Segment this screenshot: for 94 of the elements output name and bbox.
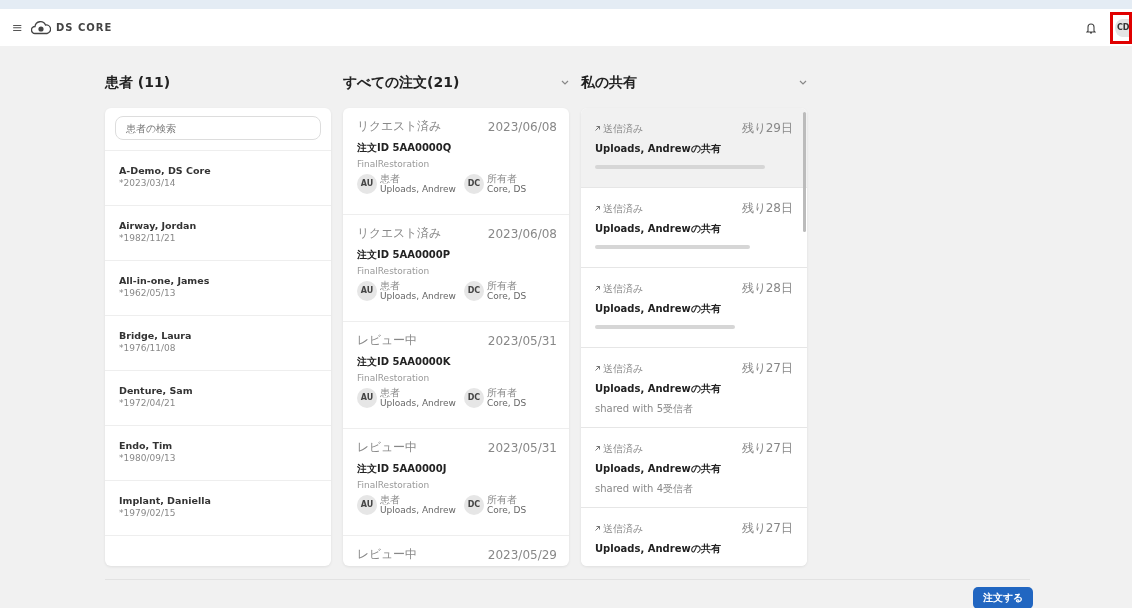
person-role: 所有者	[486, 494, 518, 505]
person-role: 所有者	[486, 173, 518, 184]
order-date: 2023/06/08	[487, 226, 557, 241]
initials-avatar: AU	[357, 173, 377, 194]
send-arrow-icon	[595, 446, 600, 451]
remaining-days: 残り27日	[741, 520, 793, 537]
initials-avatar: DC	[463, 173, 484, 194]
column-title: すべての注文(21)	[343, 74, 460, 92]
order-status: レビュー中	[357, 439, 417, 456]
share-status: 送信済み	[603, 441, 643, 456]
order-status: レビュー中	[357, 546, 417, 563]
remaining-days: 残り28日	[741, 280, 793, 297]
share-card[interactable]: 送信済み 残り28日 Uploads, Andrewの共有	[581, 268, 807, 348]
patient-item[interactable]: A-Demo, DS Core *2023/03/14	[105, 150, 331, 205]
send-arrow-icon	[595, 366, 600, 371]
share-title: Uploads, Andrewの共有	[595, 302, 721, 316]
person-name: Core, DS	[486, 291, 527, 301]
cloud-logo-icon	[30, 20, 51, 35]
order-status: リクエスト済み	[357, 225, 441, 242]
patient-item[interactable]: Bridge, Laura *1976/11/08	[105, 315, 331, 370]
recipients-text: shared with 4受信者	[595, 482, 693, 496]
share-title: Uploads, Andrewの共有	[595, 142, 721, 156]
person-role: 患者	[380, 387, 401, 398]
person-name: Core, DS	[486, 398, 527, 408]
person-name: Uploads, Andrew	[380, 398, 456, 408]
order-id[interactable]: 注文ID 5AA0000J	[357, 462, 447, 476]
order-button[interactable]: 注文する	[973, 587, 1033, 608]
person-role: 患者	[380, 494, 401, 505]
share-status: 送信済み	[603, 121, 643, 136]
remaining-days: 残り28日	[741, 200, 793, 217]
initials-avatar: AU	[357, 387, 377, 408]
patient-item[interactable]: Denture, Sam *1972/04/21	[105, 370, 331, 425]
order-type: FinalRestoration	[357, 373, 431, 383]
remaining-days: 残り29日	[741, 120, 793, 137]
search-field[interactable]: 患者の検索	[115, 116, 321, 140]
share-title: Uploads, Andrewの共有	[595, 542, 721, 556]
order-date: 2023/06/08	[487, 119, 557, 134]
send-arrow-icon	[595, 286, 600, 291]
person-role: 患者	[380, 173, 401, 184]
initials-avatar: AU	[357, 280, 377, 301]
scrollbar[interactable]	[803, 112, 806, 232]
share-status: 送信済み	[603, 201, 643, 216]
person-role: 所有者	[486, 387, 518, 398]
chevron-down-icon[interactable]	[561, 80, 569, 86]
patient-item[interactable]: All-in-one, James *1962/05/13	[105, 260, 331, 315]
patient-item[interactable]: Implant, Daniella *1979/02/15	[105, 480, 331, 535]
send-arrow-icon	[595, 526, 600, 531]
send-arrow-icon	[595, 126, 600, 131]
patient-item[interactable]: Endo, Tim *1980/09/13	[105, 425, 331, 480]
person-name: Uploads, Andrew	[380, 505, 456, 515]
person-name: Core, DS	[486, 184, 527, 194]
order-id[interactable]: 注文ID 5AA0000P	[357, 248, 451, 262]
chevron-down-icon[interactable]	[799, 80, 807, 86]
order-date: 2023/05/29	[487, 547, 557, 562]
remaining-days: 残り27日	[741, 440, 793, 457]
logo-text: DS CORE	[55, 22, 113, 33]
order-type: FinalRestoration	[357, 480, 431, 490]
order-status: レビュー中	[357, 332, 417, 349]
order-id[interactable]: 注文ID 5AA0000K	[357, 355, 451, 369]
order-type: FinalRestoration	[357, 266, 431, 276]
share-card[interactable]: 送信済み 残り27日 Uploads, Andrewの共有	[581, 508, 807, 566]
order-status: リクエスト済み	[357, 118, 441, 135]
user-avatar[interactable]: CD	[1115, 18, 1129, 37]
order-id[interactable]: 注文ID 5AA0000Q	[357, 141, 452, 155]
share-title: Uploads, Andrewの共有	[595, 462, 721, 476]
person-role: 所有者	[486, 280, 518, 291]
order-date: 2023/05/31	[487, 333, 557, 348]
share-card[interactable]: 送信済み 残り27日 Uploads, Andrewの共有 shared with 5受信者	[581, 348, 807, 428]
patient-item[interactable]: Airway, Jordan *1982/11/21	[105, 205, 331, 260]
column-title: 患者 (11)	[105, 74, 171, 92]
order-date: 2023/05/31	[487, 440, 557, 455]
person-name: Core, DS	[486, 505, 527, 515]
share-card[interactable]: 送信済み 残り27日 Uploads, Andrewの共有 shared with 4受信者	[581, 428, 807, 508]
share-status: 送信済み	[603, 281, 643, 296]
initials-avatar: AU	[357, 494, 377, 515]
initials-avatar: DC	[463, 494, 484, 515]
share-status: 送信済み	[603, 521, 643, 536]
person-role: 患者	[380, 280, 401, 291]
share-title: Uploads, Andrewの共有	[595, 222, 721, 236]
initials-avatar: DC	[463, 280, 484, 301]
recipients-text: shared with 5受信者	[595, 402, 693, 416]
person-name: Uploads, Andrew	[380, 291, 456, 301]
send-arrow-icon	[595, 206, 600, 211]
person-name: Uploads, Andrew	[380, 184, 456, 194]
column-title: 私の共有	[581, 74, 637, 92]
share-title: Uploads, Andrewの共有	[595, 382, 721, 396]
share-status: 送信済み	[603, 361, 643, 376]
order-type: FinalRestoration	[357, 159, 431, 169]
initials-avatar: DC	[463, 387, 484, 408]
bell-icon[interactable]	[1086, 21, 1096, 34]
remaining-days: 残り27日	[741, 360, 793, 377]
share-card[interactable]: 送信済み 残り29日 Uploads, Andrewの共有	[581, 108, 807, 188]
share-card[interactable]: 送信済み 残り28日 Uploads, Andrewの共有	[581, 188, 807, 268]
menu-icon[interactable]: ≡	[12, 20, 23, 35]
